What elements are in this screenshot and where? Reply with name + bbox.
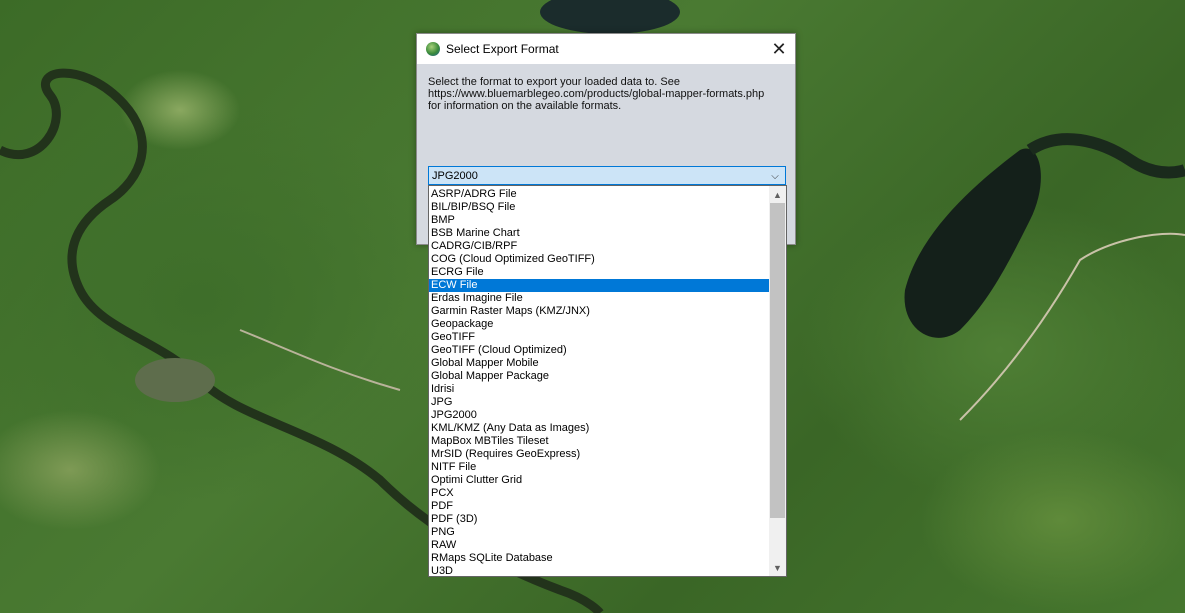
format-option[interactable]: Idrisi: [429, 383, 770, 396]
dialog-titlebar: Select Export Format ✕: [417, 34, 795, 64]
format-option[interactable]: GeoTIFF: [429, 331, 770, 344]
format-option[interactable]: Garmin Raster Maps (KMZ/JNX): [429, 305, 770, 318]
format-option[interactable]: RMaps SQLite Database: [429, 552, 770, 565]
description-line: Select the format to export your loaded …: [428, 76, 680, 88]
format-option[interactable]: PDF: [429, 500, 770, 513]
format-option[interactable]: JPG: [429, 396, 770, 409]
format-option[interactable]: ECRG File: [429, 266, 770, 279]
format-options: ASRP/ADRG File BIL/BIP/BSQ File BMP BSB Mar…: [429, 188, 770, 576]
format-option[interactable]: Erdas Imagine File: [429, 292, 770, 305]
lake-north: [540, 0, 680, 34]
format-option[interactable]: Global Mapper Mobile: [429, 357, 770, 370]
scrollbar-thumb[interactable]: [770, 203, 785, 518]
format-option[interactable]: PNG: [429, 526, 770, 539]
format-option[interactable]: GeoTIFF (Cloud Optimized): [429, 344, 770, 357]
description-line: for information on the available formats…: [428, 100, 622, 112]
format-option[interactable]: ECW File: [429, 279, 770, 292]
chevron-down-icon[interactable]: ⌵: [768, 169, 782, 183]
lake-east: [904, 148, 1041, 338]
dialog-title: Select Export Format: [446, 42, 559, 56]
format-option[interactable]: ASRP/ADRG File: [429, 188, 770, 201]
format-option[interactable]: BSB Marine Chart: [429, 227, 770, 240]
scroll-up-arrow-icon[interactable]: ▲: [769, 186, 786, 203]
scroll-down-arrow-icon[interactable]: ▼: [769, 559, 786, 576]
river-east: [1026, 133, 1185, 179]
format-option[interactable]: PCX: [429, 487, 770, 500]
format-option[interactable]: Optimi Clutter Grid: [429, 474, 770, 487]
format-option[interactable]: MrSID (Requires GeoExpress): [429, 448, 770, 461]
wetland: [135, 358, 215, 402]
format-option[interactable]: PDF (3D): [429, 513, 770, 526]
format-option[interactable]: COG (Cloud Optimized GeoTIFF): [429, 253, 770, 266]
format-option[interactable]: Global Mapper Package: [429, 370, 770, 383]
format-option[interactable]: JPG2000: [429, 409, 770, 422]
format-option[interactable]: BMP: [429, 214, 770, 227]
format-option[interactable]: RAW: [429, 539, 770, 552]
format-option[interactable]: CADRG/CIB/RPF: [429, 240, 770, 253]
format-dropdown-list[interactable]: ASRP/ADRG File BIL/BIP/BSQ File BMP BSB Mar…: [428, 185, 787, 577]
format-option[interactable]: BIL/BIP/BSQ File: [429, 201, 770, 214]
format-option[interactable]: U3D: [429, 565, 770, 576]
dialog-description: Select the format to export your loaded …: [428, 76, 783, 112]
close-button[interactable]: ✕: [763, 34, 795, 64]
format-option[interactable]: Geopackage: [429, 318, 770, 331]
trail: [239, 329, 401, 391]
globe-app-icon: [426, 42, 440, 56]
format-select[interactable]: JPG2000 ⌵: [428, 166, 786, 185]
format-option[interactable]: NITF File: [429, 461, 770, 474]
format-option[interactable]: KML/KMZ (Any Data as Images): [429, 422, 770, 435]
format-option[interactable]: MapBox MBTiles Tileset: [429, 435, 770, 448]
dropdown-scrollbar[interactable]: ▲ ▼: [769, 186, 786, 576]
description-line: https://www.bluemarblegeo.com/products/g…: [428, 88, 765, 100]
format-select-value: JPG2000: [432, 170, 478, 182]
